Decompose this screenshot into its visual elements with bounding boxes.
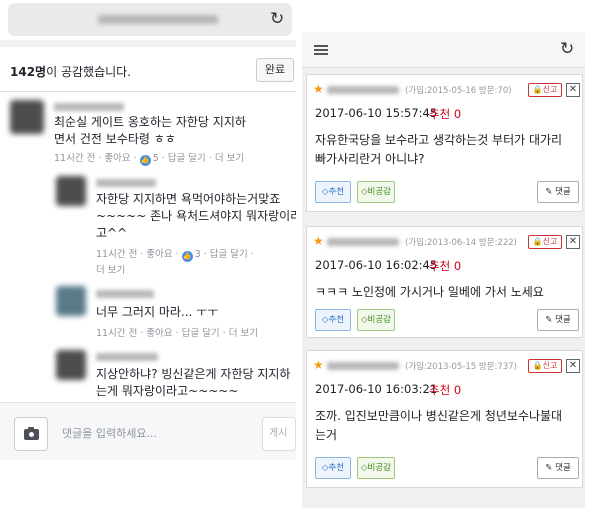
dislike-button[interactable]: ◇비공감 [357,181,395,203]
star-icon: ★ [313,82,324,96]
close-button[interactable]: ✕ [566,235,580,249]
reply-label: 댓글 [555,463,571,473]
recommend-button[interactable]: ◇추천 [315,181,351,203]
comment-text-line: 자유한국당을 보수라고 생각하는것 부터가 대가리 [315,133,563,147]
dislike-button[interactable]: ◇비공감 [357,457,395,479]
blurred-username[interactable] [96,353,158,361]
comment-meta-actions[interactable]: 11시간 전 · 좋아요 · [54,153,137,164]
avatar[interactable] [56,350,86,380]
post-button[interactable]: 게시 [262,417,296,451]
recommend-label: 추천 [328,187,345,197]
comment-text-line: 면서 건전 보수타령 ㅎㅎ [54,132,176,146]
blurred-username[interactable] [54,103,124,111]
comment-card: ★ (가입:2013-06-14 방문:222) 🔒신고 ✕ 2017-06-1… [306,226,583,338]
like-count[interactable]: 3 [195,249,201,260]
reaction-suffix: 이 공감했습니다. [46,65,132,79]
star-icon: ★ [313,358,324,372]
recommend-button[interactable]: ◇추천 [315,457,351,479]
blurred-username[interactable] [327,362,399,370]
reply-button[interactable]: ✎ 댓글 [537,309,579,331]
right-comments-panel: ↻ ★ (가입:2015-05-16 방문:70) 🔒신고 ✕ 2017-06-… [302,32,585,508]
reaction-header: 142명이 공감했습니다. 완료 [0,47,296,92]
report-label: 신고 [542,361,558,370]
join-info: (가입:2015-05-16 방문:70) [405,86,512,96]
camera-icon-lens [28,431,35,438]
blurred-username[interactable] [96,290,154,298]
comment-card: ★ (가입:2013-05-15 방문:737) 🔒신고 ✕ 2017-06-1… [306,350,583,488]
avatar[interactable] [56,286,86,316]
reaction-count: 142명 [10,65,47,79]
recommend-count: 추천 0 [429,259,462,273]
like-icon: 👍 [181,251,193,262]
star-icon: ★ [313,234,324,248]
comment-text-line: 고^^ [96,226,128,240]
recommend-label: 추천 [328,315,345,325]
comment-date: 2017-06-10 15:57:45 [315,106,438,120]
reply-label: 댓글 [555,187,571,197]
reply-label: 댓글 [555,315,571,325]
blurred-username[interactable] [327,238,399,246]
dislike-label: 비공감 [367,187,391,197]
reply-button[interactable]: ✎ 댓글 [537,457,579,479]
report-label: 신고 [542,237,558,246]
camera-button[interactable] [14,417,48,451]
comment-meta[interactable]: 11시간 전 · 좋아요 · 답글 달기 · 더 보기 [96,327,258,341]
comment-text-line: 최순실 게이트 옹호하는 자한당 지지하 [54,115,246,129]
comment-text-line: ~~~~~ 존나 욕처드셔야지 뭐자랑이라 [96,209,296,223]
like-icon: 👍 [139,155,151,166]
close-button[interactable]: ✕ [566,359,580,373]
comment-meta-actions[interactable]: 11시간 전 · 좋아요 · [96,249,179,260]
comment-date: 2017-06-10 16:03:21 [315,382,438,396]
comment-text-line: 자한당 지지하면 욕먹어야하는거맞죠 [96,192,281,206]
blurred-url [98,15,218,24]
comment-meta-links[interactable]: · 답글 달기 · 더 보기 [162,153,244,164]
avatar[interactable] [10,100,44,134]
comment-meta-links[interactable]: · 답글 달기 · [204,249,254,260]
comment-text-line: 지상안하냐? 빙신같은게 자한당 지지하 [96,367,291,381]
top-bar: ↻ [302,32,585,68]
like-count[interactable]: 5 [153,153,159,164]
recommend-count: 추천 0 [429,107,462,121]
comment-text-line: 빠가사리란거 아니냐? [315,152,425,166]
reaction-count-text: 142명이 공감했습니다. [10,63,131,80]
comment-input-bar: 댓글을 입력하세요... 게시 [0,402,296,460]
comment-text-line: 는거 [315,428,338,442]
reload-icon[interactable]: ↻ [270,11,284,28]
dislike-label: 비공감 [367,463,391,473]
dislike-label: 비공감 [367,315,391,325]
report-label: 신고 [542,85,558,94]
reply-button[interactable]: ✎ 댓글 [537,181,579,203]
join-info: (가입:2013-06-14 방문:222) [405,238,517,248]
report-button[interactable]: 🔒신고 [528,359,562,373]
address-bar[interactable]: ↻ [8,3,292,36]
recommend-button[interactable]: ◇추천 [315,309,351,331]
dislike-button[interactable]: ◇비공감 [357,309,395,331]
done-button[interactable]: 완료 [256,58,294,82]
left-comments-panel: ↻ 142명이 공감했습니다. 완료 최순실 게이트 옹호하는 자한당 지지하 … [0,0,296,460]
recommend-label: 추천 [328,463,345,473]
reload-icon[interactable]: ↻ [560,41,574,58]
join-info: (가입:2013-05-15 방문:737) [405,362,517,372]
divider [0,40,296,47]
menu-icon[interactable] [314,45,328,55]
comment-text-line: 는게 뭐자랑이라고~~~~~ [96,384,239,398]
recommend-count: 추천 0 [429,383,462,397]
more-link[interactable]: 더 보기 [96,264,125,278]
comment-text-line: ㅋㅋㅋ 노인정에 가시거나 일베에 가서 노세요 [315,285,544,299]
comment-meta: 11시간 전 · 좋아요 · 👍 5 · 답글 달기 · 더 보기 [54,152,244,166]
report-button[interactable]: 🔒신고 [528,83,562,97]
comment-text-line: 조까. 입진보만큼이나 병신같은게 청년보수나불대 [315,409,563,423]
comment-input[interactable]: 댓글을 입력하세요... [54,417,254,451]
comment-card: ★ (가입:2015-05-16 방문:70) 🔒신고 ✕ 2017-06-10… [306,74,583,212]
blurred-username[interactable] [96,179,156,187]
comment-text-line: 너무 그러지 마라... ㅜㅜ [96,305,219,319]
report-button[interactable]: 🔒신고 [528,235,562,249]
avatar[interactable] [56,176,86,206]
close-button[interactable]: ✕ [566,83,580,97]
blurred-username[interactable] [327,86,399,94]
comment-date: 2017-06-10 16:02:45 [315,258,438,272]
comment-meta: 11시간 전 · 좋아요 · 👍 3 · 답글 달기 · [96,248,254,262]
